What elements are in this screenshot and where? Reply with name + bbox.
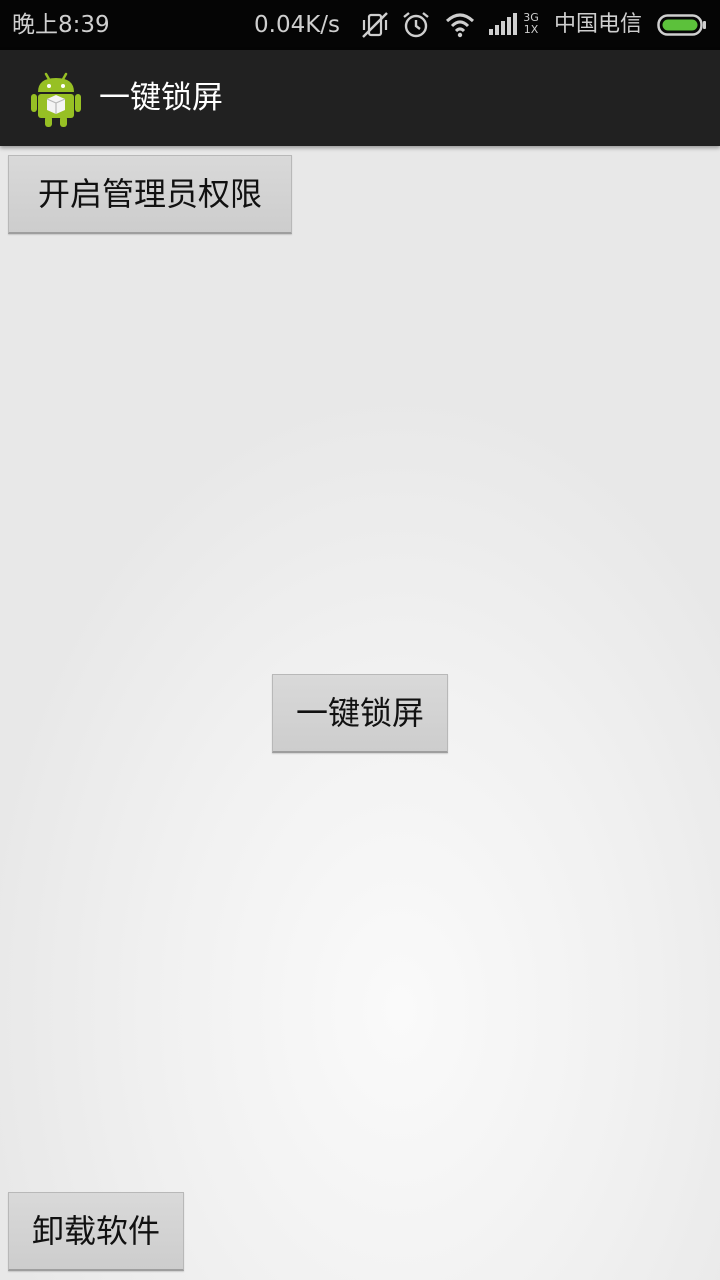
vibrate-off-icon [362,12,388,38]
wifi-icon [445,13,475,38]
enable-admin-button[interactable]: 开启管理员权限 [8,155,292,234]
network-speed: 0.04K/s [254,12,341,38]
uninstall-button[interactable]: 卸载软件 [8,1192,184,1271]
network-type: 3G 1X [521,12,541,36]
status-time: 晚上8:39 [12,12,110,38]
app-title: 一键锁屏 [99,80,223,116]
alarm-icon [403,12,429,38]
network-sub-label: 1X [523,23,539,36]
battery-icon [657,14,706,36]
lock-screen-button[interactable]: 一键锁屏 [272,674,448,753]
status-bar: 晚上8:39 0.04K/s 3G 1X 中国电信 [0,0,720,50]
signal-icon [489,13,517,35]
action-bar: 一键锁屏 [0,50,720,146]
android-app-icon [31,72,81,127]
carrier-name: 中国电信 [554,12,643,37]
